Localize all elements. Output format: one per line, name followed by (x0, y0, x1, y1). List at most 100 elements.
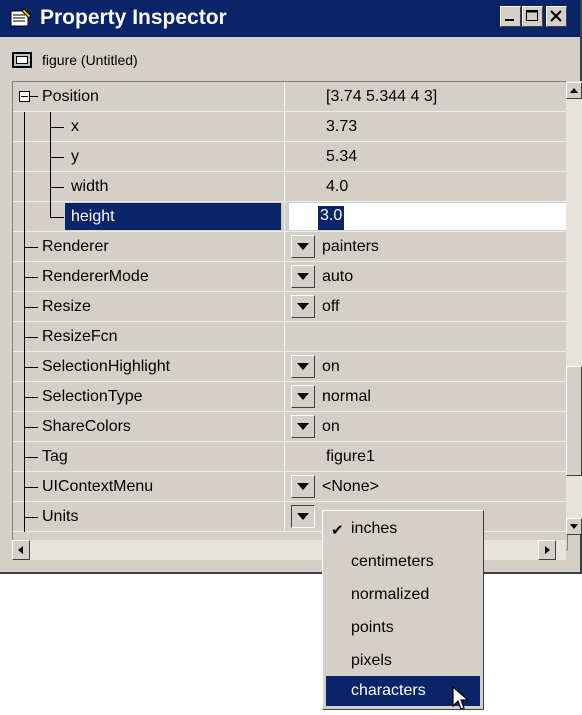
property-row-tag[interactable]: Tag figure1 (13, 442, 567, 472)
units-dropdown-menu: ✔ inches centimeters normalized points p… (322, 510, 484, 710)
value-edit-field[interactable]: 3.0 (289, 203, 567, 230)
property-name: UIContextMenu (42, 478, 154, 495)
units-option-pixels[interactable]: pixels (326, 646, 480, 676)
property-row-y[interactable]: y 5.34 (13, 142, 567, 172)
tree-line (30, 96, 38, 97)
units-dropdown-button[interactable] (291, 505, 315, 528)
property-value-cell[interactable]: painters (289, 232, 567, 261)
tree-line (24, 427, 38, 428)
property-value: <None> (322, 478, 379, 495)
property-value-cell[interactable]: off (289, 292, 567, 321)
property-value-cell[interactable]: <None> (289, 472, 567, 501)
uicontextmenu-dropdown-button[interactable] (291, 475, 315, 498)
sharecolors-dropdown-button[interactable] (291, 415, 315, 438)
property-row-sharecolors[interactable]: ShareColors on (13, 412, 567, 442)
selectiontype-dropdown-button[interactable] (291, 385, 315, 408)
tree-line (24, 397, 38, 398)
property-name-cell: y (13, 142, 285, 172)
property-name-cell: Renderer (13, 232, 285, 262)
property-name: height (71, 208, 115, 225)
tree-line (50, 217, 64, 218)
mouse-cursor-icon (452, 686, 470, 710)
tree-line (24, 487, 38, 488)
property-value-cell[interactable]: figure1 (289, 442, 567, 471)
property-value-cell[interactable]: normal (289, 382, 567, 411)
property-value-cell[interactable]: on (289, 352, 567, 381)
property-value-cell[interactable]: 3.0 (289, 202, 567, 231)
tree-line (24, 247, 38, 248)
tree-line (50, 157, 64, 158)
property-row-height[interactable]: height 3.0 (13, 202, 567, 232)
property-name: Renderer (42, 238, 109, 255)
minimize-button[interactable] (500, 6, 521, 27)
property-name-cell: Resize (13, 292, 285, 322)
resize-dropdown-button[interactable] (291, 295, 315, 318)
scroll-right-button[interactable] (538, 540, 556, 560)
property-name: ShareColors (42, 418, 131, 435)
property-name-cell: Tag (13, 442, 285, 472)
units-option-normalized[interactable]: normalized (326, 580, 480, 610)
property-name: SelectionHighlight (42, 358, 171, 375)
scroll-down-button[interactable] (566, 518, 582, 535)
renderermode-dropdown-button[interactable] (291, 265, 315, 288)
property-value-cell[interactable]: 3.73 (289, 112, 567, 141)
tree-line (24, 172, 25, 202)
property-value: 3.73 (326, 118, 358, 135)
property-row-position[interactable]: Position [3.74 5.344 4 3] (13, 82, 567, 112)
property-value-cell[interactable]: 5.34 (289, 142, 567, 171)
property-row-resize[interactable]: Resize off (13, 292, 567, 322)
option-label: normalized (351, 586, 430, 603)
units-option-centimeters[interactable]: centimeters (326, 547, 480, 577)
property-value-cell[interactable] (289, 322, 567, 351)
property-name-cell: ResizeFcn (13, 322, 285, 352)
option-label: inches (351, 520, 398, 537)
property-value-cell[interactable]: on (289, 412, 567, 441)
property-name-cell: ShareColors (13, 412, 285, 442)
property-row-x[interactable]: x 3.73 (13, 112, 567, 142)
property-name: y (71, 148, 79, 165)
property-name: Units (42, 508, 79, 525)
property-row-uicontextmenu[interactable]: UIContextMenu <None> (13, 472, 567, 502)
property-value-cell[interactable]: auto (289, 262, 567, 291)
scroll-left-button[interactable] (12, 540, 30, 560)
selected-value-text[interactable]: 3.0 (318, 206, 345, 230)
property-name-cell: RendererMode (13, 262, 285, 292)
property-value-cell[interactable]: [3.74 5.344 4 3] (289, 82, 567, 111)
property-row-selectionhighlight[interactable]: SelectionHighlight on (13, 352, 567, 382)
tree-line (24, 307, 38, 308)
property-name-cell: x (13, 112, 285, 142)
units-option-points[interactable]: points (326, 613, 480, 643)
window-title: Property Inspector (40, 6, 227, 29)
units-option-inches[interactable]: ✔ inches (326, 514, 480, 544)
collapse-icon[interactable] (19, 91, 30, 102)
maximize-icon (526, 10, 538, 21)
object-label: figure (Untitled) (42, 52, 138, 68)
property-row-renderer[interactable]: Renderer painters (13, 232, 567, 262)
renderer-dropdown-button[interactable] (291, 235, 315, 258)
property-row-width[interactable]: width 4.0 (13, 172, 567, 202)
property-row-selectiontype[interactable]: SelectionType normal (13, 382, 567, 412)
scroll-up-button[interactable] (566, 82, 582, 99)
property-name: SelectionType (42, 388, 143, 405)
title-bar[interactable]: Property Inspector (0, 0, 580, 37)
property-name: Tag (42, 448, 68, 465)
tree-line (50, 187, 64, 188)
property-name: x (71, 118, 79, 135)
close-button[interactable] (546, 6, 567, 27)
property-name: Position (42, 88, 99, 105)
tree-line (24, 457, 38, 458)
property-value-cell[interactable]: 4.0 (289, 172, 567, 201)
property-name-cell: Units (13, 502, 285, 532)
tree-line (24, 337, 38, 338)
vertical-scroll-thumb[interactable] (566, 366, 582, 476)
property-row-renderermode[interactable]: RendererMode auto (13, 262, 567, 292)
tree-line (24, 277, 38, 278)
tree-line (24, 517, 38, 518)
selectionhighlight-dropdown-button[interactable] (291, 355, 315, 378)
property-name: RendererMode (42, 268, 149, 285)
property-value: auto (322, 268, 354, 285)
property-name-cell: Position (13, 82, 285, 111)
property-row-resizefcn[interactable]: ResizeFcn (13, 322, 567, 352)
tree-line (24, 142, 25, 172)
maximize-button[interactable] (522, 6, 543, 27)
